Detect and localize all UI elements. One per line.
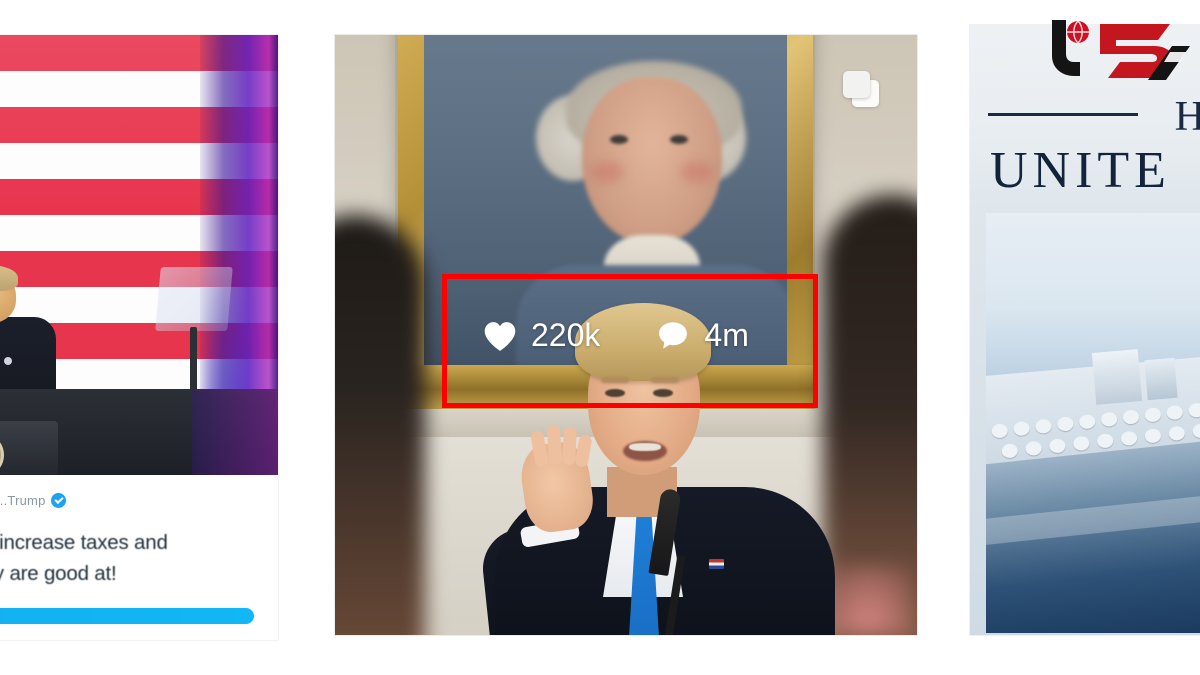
podium bbox=[0, 421, 58, 475]
multiple-photos-icon[interactable] bbox=[843, 71, 879, 107]
carousel-square-front bbox=[843, 71, 870, 98]
stage-front-light bbox=[192, 389, 278, 475]
subject-brow-right bbox=[651, 377, 679, 383]
tweet-body-text: t to increase taxes and they are good at… bbox=[0, 527, 276, 589]
portrait-cheek-left bbox=[590, 161, 624, 183]
subject-eye-right bbox=[653, 389, 673, 397]
tweet-handle: ...Trump bbox=[0, 493, 46, 508]
carrier-island-secondary bbox=[1144, 357, 1178, 401]
portrait-eye-left bbox=[610, 135, 628, 144]
tweet-embedded-photo bbox=[0, 35, 278, 475]
book-cover-card: H UNITE bbox=[970, 25, 1200, 635]
aircraft-carrier-photo bbox=[986, 213, 1200, 633]
cover-heading-fragment: H bbox=[1174, 94, 1200, 140]
like-group[interactable]: 220k bbox=[483, 317, 600, 354]
tweet-line-2: they are good at! bbox=[0, 562, 117, 586]
comment-group[interactable]: 4m bbox=[656, 317, 749, 354]
portrait-eye-right bbox=[670, 135, 688, 144]
subject-eye-left bbox=[605, 389, 625, 397]
tweet-line-1: t to increase taxes and bbox=[0, 531, 168, 554]
comment-bubble-icon[interactable] bbox=[656, 320, 690, 352]
tweet-accent-bar bbox=[0, 608, 254, 624]
cover-title: UNITE bbox=[990, 142, 1171, 199]
tweet-screenshot-card: ...Trump t to increase taxes and they ar… bbox=[0, 35, 278, 640]
portrait-cheek-right bbox=[680, 161, 714, 183]
subject-finger-2 bbox=[546, 424, 563, 466]
flag-lapel-pin-icon bbox=[709, 559, 724, 569]
screenshot-canvas: ...Trump t to increase taxes and they ar… bbox=[0, 0, 1200, 675]
like-count: 220k bbox=[531, 317, 601, 353]
foreground-blur-left bbox=[335, 215, 425, 635]
teleprompter-glass bbox=[155, 267, 233, 331]
subject-teeth bbox=[629, 443, 661, 451]
verified-badge-icon bbox=[50, 493, 66, 508]
comment-count: 4m bbox=[704, 317, 749, 353]
foreground-blur-right-warm bbox=[823, 565, 913, 635]
engagement-overlay: 220k 4m bbox=[483, 317, 749, 354]
lapel-pin-icon bbox=[4, 357, 12, 365]
tweet-author-row: ...Trump bbox=[0, 493, 66, 508]
site-logo bbox=[1020, 6, 1190, 84]
carrier-island-tower bbox=[1091, 349, 1143, 405]
tweet-meta-area: ...Trump t to increase taxes and they ar… bbox=[0, 475, 278, 640]
instagram-post-screenshot: 220k 4m bbox=[335, 35, 917, 635]
heart-icon[interactable] bbox=[483, 320, 517, 352]
subject-brow-left bbox=[601, 377, 629, 383]
cover-rule bbox=[988, 113, 1138, 116]
